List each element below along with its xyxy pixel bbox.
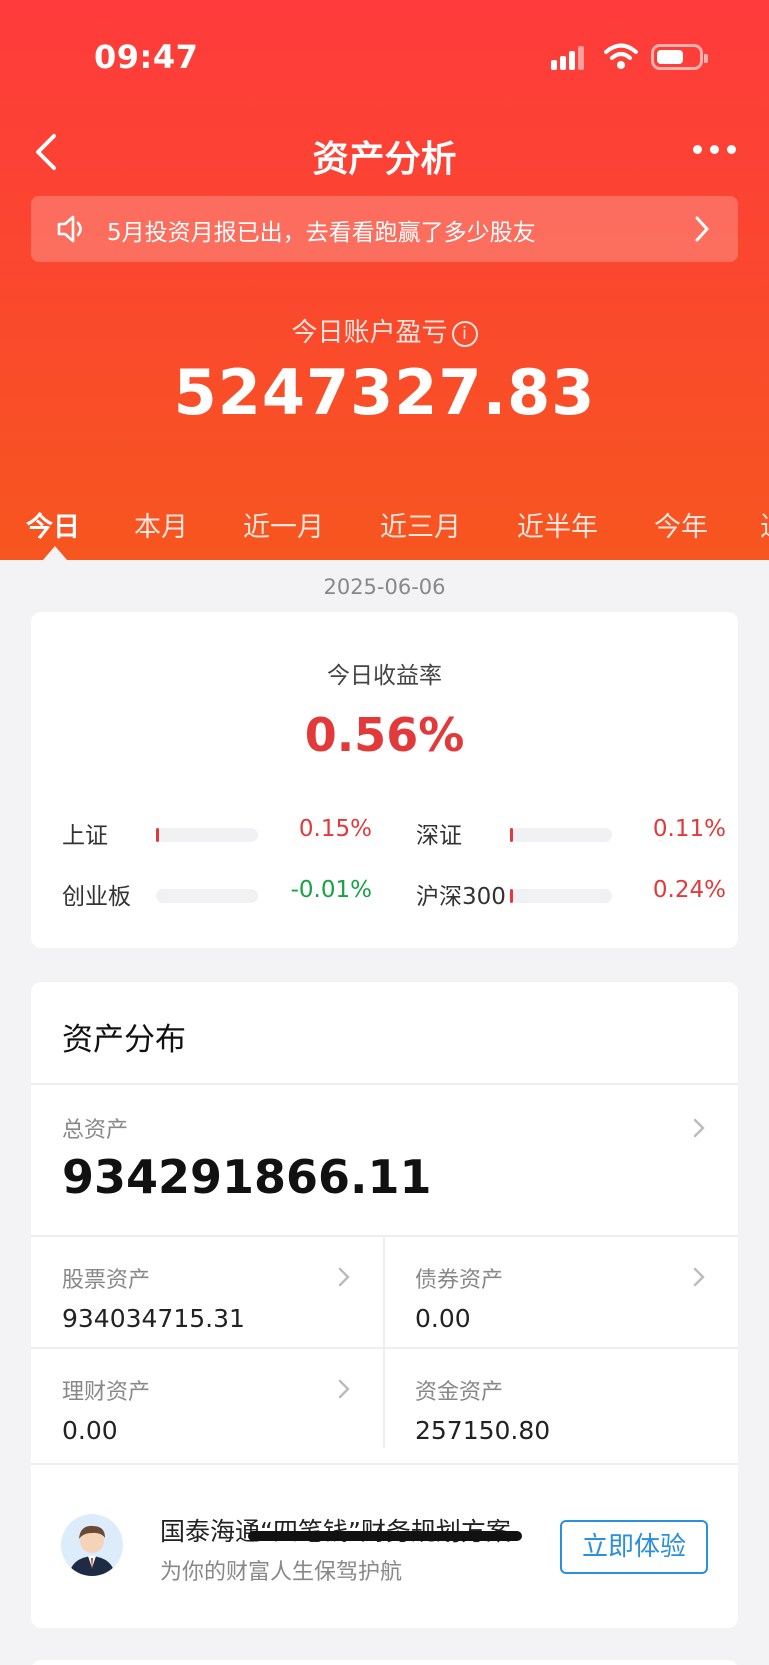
monthly-report-banner[interactable]: 5月投资月报已出，去看看跑赢了多少股友 (31, 196, 738, 262)
index-name: 深证 (416, 823, 462, 849)
home-indicator[interactable] (248, 1531, 522, 1541)
tab-more[interactable]: 近 (760, 505, 769, 544)
index-pct: 0.24% (652, 877, 726, 903)
cash-assets-label: 资金资产 (415, 1380, 504, 1405)
tab-today[interactable]: 今日 (26, 505, 80, 544)
status-time: 09:47 (94, 38, 199, 76)
index-pct: 0.11% (652, 816, 726, 842)
index-name: 创业板 (62, 884, 131, 910)
stock-assets-value: 934034715.31 (62, 1304, 245, 1333)
bond-assets-label: 债券资产 (415, 1268, 504, 1293)
nav-bar: 资产分析 (0, 118, 769, 186)
divider (31, 1083, 738, 1085)
index-pct: 0.15% (298, 816, 372, 842)
tab-last-three-months[interactable]: 近三月 (380, 505, 461, 544)
return-card: 今日收益率 0.56% 上证 0.15% 深证 0.11% 创业板 -0.01%… (31, 612, 738, 948)
wealth-assets-label: 理财资产 (62, 1380, 151, 1405)
promo-title: 国泰海通“四笔钱”财务规划方案 (160, 1512, 511, 1548)
return-label: 今日收益率 (327, 663, 442, 689)
next-card (31, 1660, 738, 1665)
banner-text: 5月投资月报已出，去看看跑赢了多少股友 (107, 220, 536, 246)
divider-vertical (383, 1236, 385, 1448)
index-csi300: 沪深300 0.24% (416, 877, 726, 911)
bond-assets-value: 0.00 (415, 1304, 471, 1333)
wealth-assets-value: 0.00 (62, 1416, 118, 1445)
active-tab-indicator (43, 546, 67, 560)
avatar (61, 1514, 123, 1576)
index-chinext: 创业板 -0.01% (62, 877, 372, 911)
cash-assets-value: 257150.80 (415, 1416, 551, 1445)
date-label: 2025-06-06 (323, 575, 446, 599)
divider (31, 1347, 738, 1349)
section-title: 资产分布 (62, 1022, 186, 1058)
tab-last-half-year[interactable]: 近半年 (517, 505, 598, 544)
today-pnl-label: 今日账户盈亏 i (0, 312, 769, 349)
chevron-right-icon (695, 216, 710, 242)
tab-last-month[interactable]: 近一月 (243, 505, 324, 544)
return-value: 0.56% (304, 708, 465, 762)
promo-subtitle: 为你的财富人生保驾护航 (160, 1560, 403, 1585)
wifi-icon (604, 43, 638, 69)
signal-icon (551, 44, 589, 70)
index-name: 沪深300 (416, 884, 506, 910)
index-shanghai: 上证 0.15% (62, 816, 372, 850)
divider (31, 1463, 738, 1465)
tab-this-month[interactable]: 本月 (134, 505, 188, 544)
chevron-right-icon (338, 1379, 350, 1399)
total-assets-label: 总资产 (62, 1118, 129, 1143)
chevron-right-icon (338, 1267, 350, 1287)
index-name: 上证 (62, 823, 108, 849)
index-bar (156, 889, 258, 903)
total-assets-value: 934291866.11 (62, 1150, 432, 1204)
index-bar (510, 828, 612, 842)
chevron-right-icon (693, 1267, 705, 1287)
tab-this-year[interactable]: 今年 (654, 505, 708, 544)
status-bar: 09:47 (0, 0, 769, 110)
more-icon[interactable] (693, 142, 737, 156)
header-hero: 09:47 资产分析 5月投资月报已出，去看看跑赢了多少股友 今日账户盈亏 i … (0, 0, 769, 560)
info-icon[interactable]: i (451, 321, 478, 347)
advisor-avatar-icon (69, 1525, 115, 1576)
index-bar (510, 889, 612, 903)
try-now-button[interactable]: 立即体验 (560, 1520, 708, 1574)
stock-assets-label: 股票资产 (62, 1268, 151, 1293)
chevron-right-icon (693, 1118, 705, 1138)
index-pct: -0.01% (290, 877, 372, 903)
battery-icon (651, 44, 708, 70)
index-bar (156, 828, 258, 842)
index-shenzhen: 深证 0.11% (416, 816, 726, 850)
today-pnl-value: 5247327.83 (173, 356, 596, 429)
page-title: 资产分析 (312, 139, 457, 180)
speaker-icon (57, 215, 82, 243)
period-tabs: 今日 本月 近一月 近三月 近半年 今年 近 (0, 505, 769, 555)
